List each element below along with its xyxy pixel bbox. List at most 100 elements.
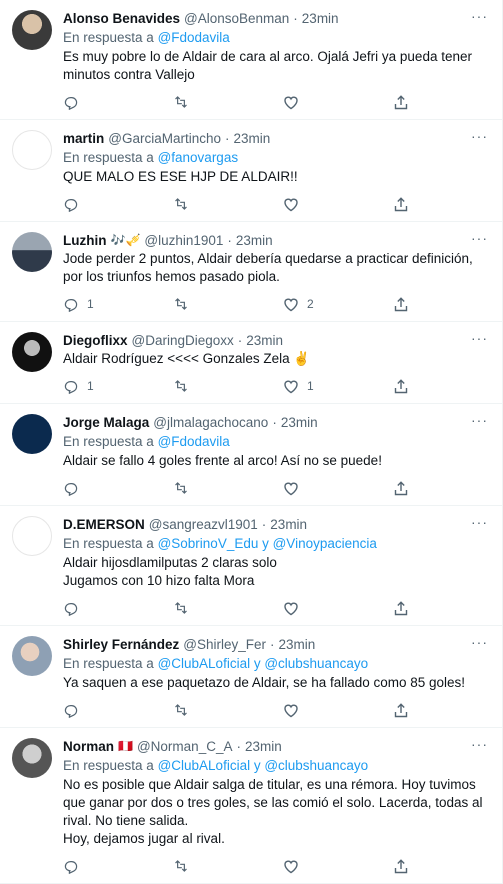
retweet-button[interactable] bbox=[173, 702, 233, 718]
avatar[interactable] bbox=[12, 332, 52, 372]
reply-button[interactable] bbox=[63, 702, 123, 718]
share-button[interactable] bbox=[393, 480, 413, 496]
reply-context: En respuesta a @SobrinoV_Edu y @Vinoypac… bbox=[63, 535, 490, 553]
reply-to-link[interactable]: @ClubALoficial y @clubshuancayo bbox=[158, 758, 369, 773]
avatar[interactable] bbox=[12, 414, 52, 454]
tweet[interactable]: martin @GarciaMartincho · 23min ··· En re… bbox=[0, 120, 502, 222]
more-icon[interactable]: ··· bbox=[471, 128, 488, 144]
share-icon bbox=[394, 481, 408, 496]
user-handle[interactable]: @jlmalagachocano bbox=[153, 414, 268, 431]
display-name[interactable]: Luzhin bbox=[63, 232, 107, 249]
timestamp[interactable]: 23min bbox=[236, 232, 273, 249]
more-icon[interactable]: ··· bbox=[471, 514, 488, 530]
user-handle[interactable]: @Norman_C_A bbox=[137, 738, 233, 755]
avatar[interactable] bbox=[12, 738, 52, 778]
retweet-button[interactable] bbox=[173, 600, 233, 616]
retweet-button[interactable] bbox=[173, 196, 233, 212]
retweet-button[interactable] bbox=[173, 378, 233, 394]
retweet-icon bbox=[175, 482, 187, 494]
like-button[interactable] bbox=[283, 480, 343, 496]
user-handle[interactable]: @Shirley_Fer bbox=[183, 636, 266, 653]
like-button[interactable]: 1 bbox=[283, 378, 343, 394]
more-icon[interactable]: ··· bbox=[471, 634, 488, 650]
avatar[interactable] bbox=[12, 232, 52, 272]
avatar[interactable] bbox=[12, 130, 52, 170]
tweet[interactable]: D.EMERSON @sangreazvl1901 · 23min ··· En … bbox=[0, 506, 502, 626]
retweet-button[interactable] bbox=[173, 480, 233, 496]
like-button[interactable] bbox=[283, 858, 343, 874]
reply-to-link[interactable]: @SobrinoV_Edu y @Vinoypaciencia bbox=[158, 536, 377, 551]
separator-dot: · bbox=[272, 415, 277, 430]
tweet[interactable]: Norman 🇵🇪 @Norman_C_A · 23min ··· En resp… bbox=[0, 728, 502, 884]
reply-button[interactable] bbox=[63, 94, 123, 110]
timestamp[interactable]: 23min bbox=[281, 414, 318, 431]
reply-button[interactable] bbox=[63, 600, 123, 616]
share-button[interactable] bbox=[393, 94, 413, 110]
like-button[interactable] bbox=[283, 600, 343, 616]
display-name[interactable]: Norman bbox=[63, 738, 114, 755]
reply-to-link[interactable]: @ClubALoficial y @clubshuancayo bbox=[158, 656, 369, 671]
tweet[interactable]: Shirley Fernández @Shirley_Fer · 23min ·… bbox=[0, 626, 502, 728]
retweet-button[interactable] bbox=[173, 94, 233, 110]
timestamp[interactable]: 23min bbox=[279, 636, 316, 653]
more-icon[interactable]: ··· bbox=[471, 230, 488, 246]
more-icon[interactable]: ··· bbox=[471, 8, 488, 24]
retweet-button[interactable] bbox=[173, 296, 233, 312]
display-name[interactable]: Jorge Malaga bbox=[63, 414, 149, 431]
display-name[interactable]: martin bbox=[63, 130, 104, 147]
avatar[interactable] bbox=[12, 516, 52, 556]
user-handle[interactable]: @DaringDiegoxx bbox=[132, 332, 234, 349]
reply-button[interactable] bbox=[63, 196, 123, 212]
more-icon[interactable]: ··· bbox=[471, 736, 488, 752]
tweet[interactable]: Jorge Malaga @jlmalagachocano · 23min ··… bbox=[0, 404, 502, 506]
retweet-button[interactable] bbox=[173, 858, 233, 874]
user-handle[interactable]: @sangreazvl1901 bbox=[149, 516, 258, 533]
share-icon bbox=[394, 197, 408, 212]
share-button[interactable] bbox=[393, 296, 413, 312]
tweet[interactable]: Luzhin 🎶🎺 @luzhin1901 · 23min ··· Jode pe… bbox=[0, 222, 502, 322]
reply-button[interactable]: 1 bbox=[63, 296, 123, 312]
timestamp[interactable]: 23min bbox=[245, 738, 282, 755]
reply-button[interactable] bbox=[63, 858, 123, 874]
more-icon[interactable]: ··· bbox=[471, 330, 488, 346]
tweet[interactable]: Alonso Benavides @AlonsoBenman · 23min ·… bbox=[0, 0, 502, 120]
like-button[interactable] bbox=[283, 702, 343, 718]
retweet-icon bbox=[175, 704, 187, 716]
share-button[interactable] bbox=[393, 600, 413, 616]
reply-icon bbox=[64, 199, 78, 212]
share-icon bbox=[394, 601, 408, 616]
more-icon[interactable]: ··· bbox=[471, 412, 488, 428]
tweet-actions bbox=[63, 187, 413, 221]
share-button[interactable] bbox=[393, 196, 413, 212]
like-icon bbox=[284, 704, 298, 718]
separator-dot: · bbox=[261, 517, 267, 532]
avatar[interactable] bbox=[12, 636, 52, 676]
reply-to-link[interactable]: @fanovargas bbox=[158, 150, 239, 165]
share-button[interactable] bbox=[393, 378, 413, 394]
display-name[interactable]: Diegoflixx bbox=[63, 332, 128, 349]
user-handle[interactable]: @luzhin1901 bbox=[144, 232, 223, 249]
share-button[interactable] bbox=[393, 858, 413, 874]
share-button[interactable] bbox=[393, 702, 413, 718]
display-name[interactable]: Shirley Fernández bbox=[63, 636, 179, 653]
like-button[interactable] bbox=[283, 196, 343, 212]
timestamp[interactable]: 23min bbox=[302, 10, 339, 27]
reply-to-link[interactable]: @Fdodavila bbox=[158, 434, 230, 449]
reply-to-link[interactable]: @Fdodavila bbox=[158, 30, 230, 45]
reply-button[interactable]: 1 bbox=[63, 378, 123, 394]
timestamp[interactable]: 23min bbox=[270, 516, 307, 533]
tweet-text: Es muy pobre lo de Aldair de cara al arc… bbox=[63, 49, 476, 82]
display-name[interactable]: Alonso Benavides bbox=[63, 10, 180, 27]
timestamp[interactable]: 23min bbox=[234, 130, 271, 147]
like-button[interactable] bbox=[283, 94, 343, 110]
reply-icon bbox=[64, 299, 78, 312]
like-button[interactable]: 2 bbox=[283, 296, 343, 312]
reply-button[interactable] bbox=[63, 480, 123, 496]
timestamp[interactable]: 23min bbox=[246, 332, 283, 349]
separator-dot: · bbox=[236, 739, 241, 754]
avatar[interactable] bbox=[12, 10, 52, 50]
display-name[interactable]: D.EMERSON bbox=[63, 516, 145, 533]
user-handle[interactable]: @AlonsoBenman bbox=[184, 10, 289, 27]
user-handle[interactable]: @GarciaMartincho bbox=[108, 130, 221, 147]
tweet[interactable]: Diegoflixx @DaringDiegoxx · 23min ··· Ald… bbox=[0, 322, 502, 404]
